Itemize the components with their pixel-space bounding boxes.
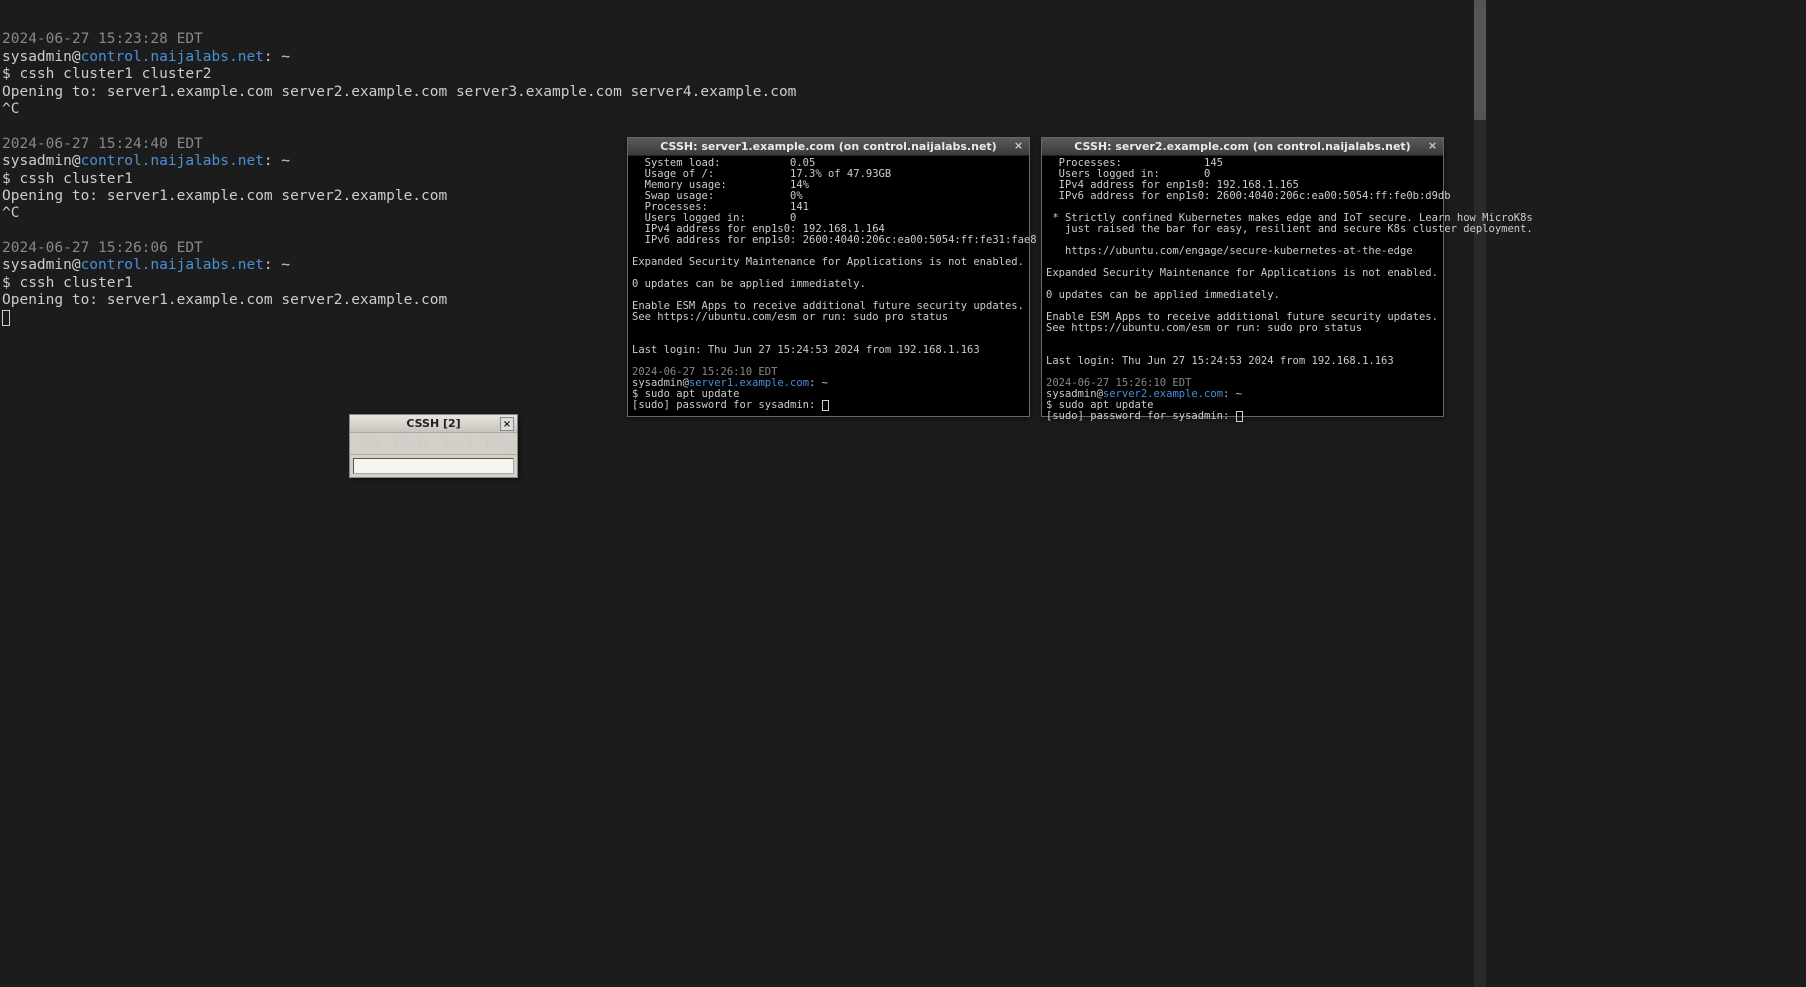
last-login: Last login: Thu Jun 27 15:24:53 2024 fro…	[632, 344, 980, 356]
timestamp: 2024-06-27 15:23:28 EDT	[2, 31, 203, 47]
cursor-icon	[822, 400, 829, 411]
prompt-path: ~	[822, 377, 828, 389]
timestamp: 2024-06-27 15:24:40 EDT	[2, 136, 203, 152]
motd-line: https://ubuntu.com/engage/secure-kuberne…	[1046, 245, 1413, 257]
menu-send[interactable]: Send	[436, 435, 479, 452]
prompt-user: sysadmin	[2, 153, 72, 169]
cursor-icon	[1236, 411, 1243, 422]
ssh-titlebar[interactable]: CSSH: server2.example.com (on control.na…	[1042, 138, 1443, 156]
ssh-titlebar[interactable]: CSSH: server1.example.com (on control.na…	[628, 138, 1029, 156]
prompt-host: control.naijalabs.net	[81, 257, 264, 273]
output-text: Opening to: server1.example.com server2.…	[2, 188, 447, 204]
ssh-body[interactable]: Processes: 145 Users logged in: 0 IPv4 a…	[1042, 156, 1443, 426]
motd-line: See https://ubuntu.com/esm or run: sudo …	[1046, 322, 1362, 334]
motd-line: just raised the bar for easy, resilient …	[1046, 223, 1533, 235]
cssh-titlebar[interactable]: CSSH [2] ×	[350, 415, 517, 433]
output-text: Opening to: server1.example.com server2.…	[2, 84, 796, 100]
ssh-title: CSSH: server2.example.com (on control.na…	[1074, 140, 1410, 153]
menu-file[interactable]: File	[354, 435, 389, 452]
menu-help[interactable]: Help	[479, 435, 519, 452]
scrollbar-thumb[interactable]	[1474, 0, 1486, 120]
close-icon[interactable]: ×	[500, 417, 514, 431]
prompt-path: ~	[281, 153, 290, 169]
motd-line: IPv6 address for enp1s0: 2600:4040:206c:…	[632, 234, 1037, 246]
cssh-title: CSSH [2]	[406, 417, 460, 430]
motd-line: Expanded Security Maintenance for Applic…	[632, 256, 1024, 268]
prompt-path: ~	[1236, 388, 1242, 400]
output-text: Opening to: server1.example.com server2.…	[2, 292, 447, 308]
prompt-host: control.naijalabs.net	[81, 153, 264, 169]
motd-line: IPv6 address for enp1s0: 2600:4040:206c:…	[1046, 190, 1451, 202]
cssh-control-window[interactable]: CSSH [2] × File Hosts Send Help	[349, 414, 518, 478]
ssh-window-server2[interactable]: CSSH: server2.example.com (on control.na…	[1041, 137, 1444, 417]
prompt-user: sysadmin	[2, 257, 72, 273]
prompt-user: sysadmin	[2, 49, 72, 65]
close-icon[interactable]: ×	[1012, 140, 1025, 153]
ssh-body[interactable]: System load: 0.05 Usage of /: 17.3% of 4…	[628, 156, 1029, 415]
sudo-prompt: [sudo] password for sysadmin:	[1046, 410, 1236, 422]
prompt-host: control.naijalabs.net	[81, 49, 264, 65]
ssh-title: CSSH: server1.example.com (on control.na…	[660, 140, 996, 153]
timestamp: 2024-06-27 15:26:06 EDT	[2, 240, 203, 256]
motd-line: Expanded Security Maintenance for Applic…	[1046, 267, 1438, 279]
motd-line: 0 updates can be applied immediately.	[1046, 289, 1280, 301]
command-text: cssh cluster1	[19, 171, 133, 187]
motd-line: See https://ubuntu.com/esm or run: sudo …	[632, 311, 948, 323]
cursor-icon	[2, 310, 10, 326]
prompt-path: ~	[281, 257, 290, 273]
sudo-prompt: [sudo] password for sysadmin:	[632, 399, 822, 411]
motd-line: 0 updates can be applied immediately.	[632, 278, 866, 290]
cssh-command-input[interactable]	[353, 458, 514, 474]
menu-hosts[interactable]: Hosts	[389, 435, 436, 452]
cssh-menubar: File Hosts Send Help	[350, 433, 517, 455]
interrupt: ^C	[2, 101, 19, 117]
prompt-path: ~	[281, 49, 290, 65]
last-login: Last login: Thu Jun 27 15:24:53 2024 fro…	[1046, 355, 1394, 367]
interrupt: ^C	[2, 205, 19, 221]
close-icon[interactable]: ×	[1426, 140, 1439, 153]
command-text: cssh cluster1	[19, 275, 133, 291]
terminal-scrollbar[interactable]	[1474, 0, 1486, 987]
command-text: cssh cluster1 cluster2	[19, 66, 211, 82]
ssh-window-server1[interactable]: CSSH: server1.example.com (on control.na…	[627, 137, 1030, 417]
